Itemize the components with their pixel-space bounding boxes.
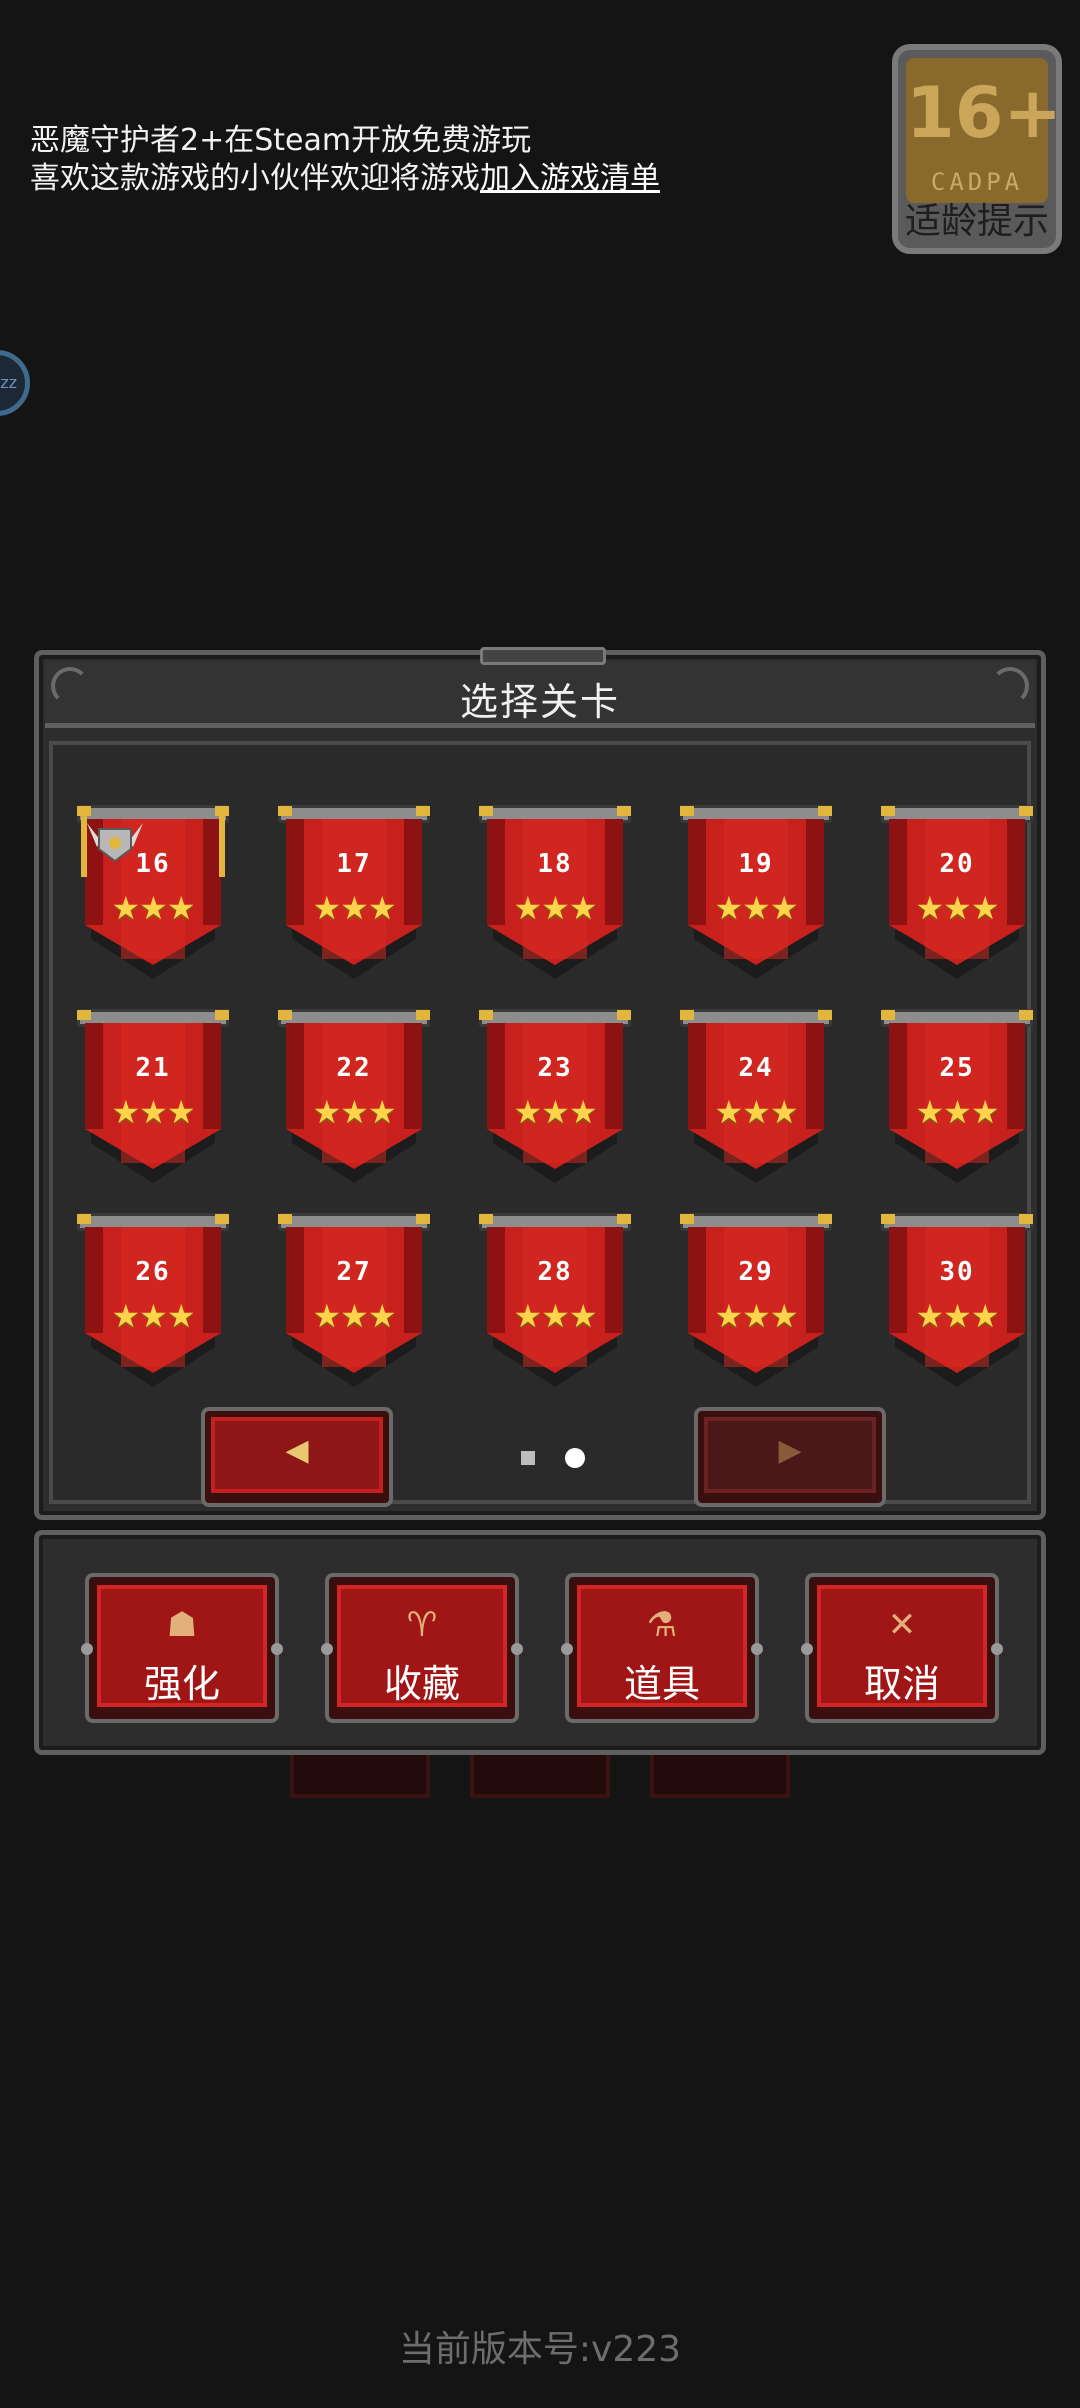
level-banner[interactable]: 24 ★★★ (680, 1009, 832, 1187)
notice-line-2-text: 喜欢这款游戏的小伙伴欢迎将游戏 (30, 161, 480, 196)
notice-line-2: 喜欢这款游戏的小伙伴欢迎将游戏加入游戏清单 (30, 160, 660, 198)
page-indicator-1[interactable] (521, 1451, 535, 1465)
star-rating-icon: ★★★ (714, 1093, 798, 1131)
action-button-1[interactable]: ☗ 强化 (81, 1573, 283, 1723)
level-number: 29 (738, 1257, 774, 1287)
notice-line-1: 恶魔守护者2+在Steam开放免费游玩 (30, 123, 532, 158)
arrow-right-icon: ▶ (778, 1433, 802, 1468)
level-banner[interactable]: 18 ★★★ (479, 805, 631, 983)
level-banner[interactable]: 16 ★★★ (77, 805, 229, 983)
next-page-button[interactable]: ▶ (694, 1407, 886, 1507)
helmet-icon: ☗ (166, 1605, 198, 1645)
action-button-label: 强化 (143, 1662, 220, 1706)
arrow-left-icon: ◀ (285, 1433, 309, 1468)
age-rating-tip: 适龄提示 (904, 201, 1049, 242)
panel-header: 选择关卡 (45, 647, 1035, 728)
add-to-wishlist-link[interactable]: 加入游戏清单 (480, 161, 660, 196)
level-number: 26 (135, 1257, 171, 1287)
version-label: 当前版本号:v223 (398, 2329, 682, 2370)
page-indicator-2[interactable] (565, 1448, 585, 1468)
level-banner[interactable]: 19 ★★★ (680, 805, 832, 983)
level-number: 19 (738, 849, 774, 879)
star-rating-icon: ★★★ (111, 889, 195, 927)
star-rating-icon: ★★★ (915, 1093, 999, 1131)
hidden-button-right (650, 1748, 790, 1798)
level-banner[interactable]: 26 ★★★ (77, 1213, 229, 1391)
age-rating-number: 16+ (906, 72, 1062, 154)
star-rating-icon: ★★★ (312, 889, 396, 927)
level-number: 20 (939, 849, 975, 879)
panel-title: 选择关卡 (459, 680, 620, 724)
level-banner[interactable]: 23 ★★★ (479, 1009, 631, 1187)
star-rating-icon: ★★★ (513, 889, 597, 927)
potion-icon: ⚗ (646, 1605, 678, 1645)
star-rating-icon: ★★★ (915, 889, 999, 927)
level-banner[interactable]: 20 ★★★ (881, 805, 1033, 983)
action-button-3[interactable]: ⚗ 道具 (561, 1573, 763, 1723)
header-clasp (480, 647, 606, 665)
star-rating-icon: ★★★ (513, 1093, 597, 1131)
trophy-icon: ♈ (406, 1605, 438, 1645)
action-button-label: 收藏 (383, 1662, 460, 1706)
floating-assistant-button[interactable]: zz (0, 350, 30, 416)
level-banner[interactable]: 27 ★★★ (278, 1213, 430, 1391)
star-rating-icon: ★★★ (312, 1297, 396, 1335)
level-banner[interactable]: 21 ★★★ (77, 1009, 229, 1187)
action-button-4[interactable]: ✕ 取消 (801, 1573, 1003, 1723)
level-banner[interactable]: 29 ★★★ (680, 1213, 832, 1391)
level-number: 17 (336, 849, 372, 879)
star-rating-icon: ★★★ (714, 1297, 798, 1335)
level-number: 18 (537, 849, 573, 879)
steam-notice: 恶魔守护者2+在Steam开放免费游玩 喜欢这款游戏的小伙伴欢迎将游戏加入游戏清… (30, 122, 660, 198)
hidden-button-left (290, 1748, 430, 1798)
level-banner[interactable]: 25 ★★★ (881, 1009, 1033, 1187)
sleep-icon: zz (0, 373, 17, 392)
action-bar: ☗ 强化 ♈ 收藏 ⚗ 道具 ✕ 取消 (34, 1530, 1046, 1755)
prev-page-button[interactable]: ◀ (201, 1407, 393, 1507)
star-rating-icon: ★★★ (111, 1297, 195, 1335)
level-number: 25 (939, 1053, 975, 1083)
level-number: 30 (939, 1257, 975, 1287)
level-banner[interactable]: 22 ★★★ (278, 1009, 430, 1187)
star-rating-icon: ★★★ (714, 889, 798, 927)
level-banner[interactable]: 30 ★★★ (881, 1213, 1033, 1391)
level-number: 16 (135, 849, 171, 879)
star-rating-icon: ★★★ (513, 1297, 597, 1335)
action-button-label: 道具 (623, 1662, 700, 1706)
action-button-label: 取消 (863, 1662, 940, 1706)
level-grid: 16 ★★★ 17 ★★★ 18 ★★★ 19 ★★★ 20 ★★★ 21 ★★★ 22 ★★★ 23 ★★★… (49, 741, 1033, 1504)
level-select-panel: 选择关卡 16 ★★★ 17 ★★★ 18 ★★★ 19 ★★★ 20 ★★★ 21 ★★★ 22 ★★★… (34, 647, 1046, 1520)
star-rating-icon: ★★★ (111, 1093, 195, 1131)
level-number: 27 (336, 1257, 372, 1287)
level-banner[interactable]: 17 ★★★ (278, 805, 430, 983)
age-rating-plate: 16+ CADPA (906, 58, 1062, 203)
level-banner[interactable]: 28 ★★★ (479, 1213, 631, 1391)
level-number: 28 (537, 1257, 573, 1287)
close-icon: ✕ (887, 1605, 917, 1645)
level-number: 21 (135, 1053, 171, 1083)
action-button-2[interactable]: ♈ 收藏 (321, 1573, 523, 1723)
level-number: 22 (336, 1053, 372, 1083)
age-rating-badge[interactable]: 16+ CADPA 适龄提示 (892, 44, 1062, 254)
level-number: 23 (537, 1053, 573, 1083)
star-rating-icon: ★★★ (312, 1093, 396, 1131)
star-rating-icon: ★★★ (915, 1297, 999, 1335)
hidden-button-center (470, 1748, 610, 1798)
level-number: 24 (738, 1053, 774, 1083)
